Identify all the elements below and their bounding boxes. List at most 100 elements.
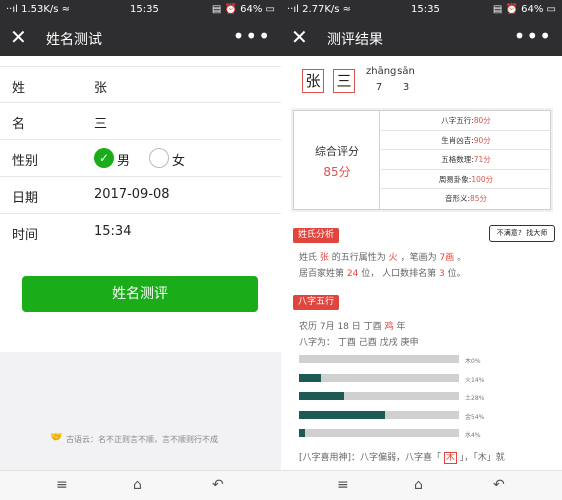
date-row[interactable]: 日期 2017-09-08 [0,177,281,214]
text-segment: 的五行属性为 [331,253,386,263]
bazi-line: 八字为： 丁酉 己酉 戊戌 庚申 [299,338,419,348]
close-icon[interactable]: ✕ [291,26,308,48]
element-bar-label: 金54% [465,413,485,421]
score-row: 音形义:85分 [381,189,551,209]
score-row: 生肖凶吉:90分 [381,131,551,151]
score-value: 85分 [469,194,488,204]
text-segment: 。 [457,253,467,263]
overall-score-value: 85分 [323,165,351,179]
score-row: 五格数理:71分 [381,150,551,170]
name-test-screen: ··ıl 1.53K/s ≈ 15:35 ▤ ⏰ 64% ▭ ✕ 姓名测试 ••… [0,0,281,500]
page-title: 姓名测试 [46,32,102,48]
bazi-tag: 八字五行 [293,295,340,310]
score-label: 八字五行: [441,116,474,125]
stroke-count: 3 [402,82,410,93]
title-bar: ✕ 姓名测试 ••• [0,20,281,56]
element-bar-fill [299,373,322,382]
element-bar-label: 火14% [465,376,485,384]
score-row: 周易卦象:100分 [381,170,551,190]
text-segment: 农历 7月 18 日 丁酉 [299,322,382,332]
given-name-row[interactable]: 名 三 [0,103,281,140]
title-bar: ✕ 测评结果 ••• [281,20,562,56]
surname-highlight: 张 [319,253,329,263]
surname-label: 姓 [12,81,26,96]
handshake-icon: 🤝 [50,432,63,443]
surname-analysis-line2: 居百家姓第 24 位， 人口数排名第 3 位。 [299,266,466,279]
element-bar-track [299,429,459,437]
close-icon[interactable]: ✕ [10,26,27,48]
name-char-box: 三 [333,69,355,93]
date-picker[interactable]: 2017-09-08 [94,187,170,202]
back-icon[interactable]: ↶ [493,477,505,493]
back-icon[interactable]: ↶ [212,477,224,493]
element-bar-track [299,392,459,400]
element-highlight: 火 [388,253,398,263]
score-label: 五格数理: [441,155,474,165]
element-bar-label: 水4% [465,432,481,439]
element-bar-fill [299,392,344,400]
result-screen: ··ıl 2.77K/s ≈ 15:35 ▤ ⏰ 64% ▭ ✕ 测评结果 ••… [281,0,562,500]
score-label: 周易卦象: [438,174,472,184]
more-icon[interactable]: ••• [233,24,271,48]
submit-button[interactable]: 姓名测评 [22,276,258,312]
more-icon[interactable]: ••• [514,24,552,48]
text-segment: 年 [396,322,406,332]
status-bar: ··ıl 2.77K/s ≈ 15:35 ▤ ⏰ 64% ▭ [281,0,562,20]
time-row[interactable]: 时间 15:34 [0,214,281,251]
female-radio-icon[interactable] [149,148,169,168]
surname-row[interactable]: 姓 张 [0,66,281,103]
stroke-count: 7 [375,82,383,93]
score-value: 80分 [473,116,491,125]
overall-score-label: 综合评分 [315,145,359,158]
status-time: 15:35 [130,4,159,15]
element-bar-fill [299,429,306,437]
time-picker[interactable]: 15:34 [94,224,131,239]
wood-highlight: 木 [443,452,457,464]
element-bar-track [299,373,459,382]
menu-icon[interactable]: ≡ [56,477,68,493]
status-time: 15:35 [411,4,440,15]
text-segment: 姓氏 [299,253,318,263]
strokes-highlight: 7画 [439,253,455,263]
score-row: 八字五行:80分 [381,111,551,131]
text-segment: 居百家姓第 [299,269,345,279]
battery-status: ▤ ⏰ 64% ▭ [211,4,275,15]
network-status: ··ıl 2.77K/s ≈ [287,4,352,15]
score-table: 综合评分 85分 八字五行:80分 生肖凶吉:90分 五格数理:71分 周易卦象… [293,110,551,210]
element-bar-track [299,355,459,363]
status-bar: ··ıl 1.53K/s ≈ 15:35 ▤ ⏰ 64% ▭ [0,0,281,20]
score-label: 音形义: [444,194,470,204]
male-radio-checked-icon[interactable]: ✓ [94,148,114,168]
element-bar-label: 木0% [465,358,481,365]
rank-highlight: 24 [346,269,359,279]
score-value: 90分 [473,135,491,145]
zodiac-highlight: 鸡 [384,322,394,332]
name-display: 张 三 zhāng sān 7 3 [281,56,562,106]
page-title: 测评结果 [327,32,383,48]
surname-analysis-tag: 姓氏分析 [293,228,340,243]
bazi-analysis-line: [八字喜用神]：八字偏弱，八字喜「 木 」，「木」就 [299,450,505,464]
home-icon[interactable]: ⌂ [414,477,423,493]
system-nav-bar: ≡ ⌂ ↶ [281,470,562,500]
given-name-label: 名 [12,117,26,132]
menu-icon[interactable]: ≡ [337,477,349,493]
text-segment: 」，「木」就 [459,453,505,463]
female-option-label[interactable]: 女 [172,150,185,169]
surname-input[interactable]: 张 [94,77,107,96]
home-icon[interactable]: ⌂ [133,477,142,493]
score-value: 100分 [471,174,494,184]
text-segment: [八字喜用神]：八字偏弱，八字喜「 [299,453,442,463]
find-master-button[interactable]: 不满意? 找大师 [489,225,555,242]
network-status: ··ıl 1.53K/s ≈ [6,4,71,15]
date-label: 日期 [12,191,39,206]
battery-status: ▤ ⏰ 64% ▭ [492,4,556,15]
text-segment: ，笔画为 [400,253,437,263]
system-nav-bar: ≡ ⌂ ↶ [0,470,281,500]
text-segment: 位， 人口数排名第 [361,269,437,279]
element-bar-track [299,410,459,419]
footer-area [0,352,281,470]
lunar-date-line: 农历 7月 18 日 丁酉 鸡 年 [299,319,405,332]
name-char-box: 张 [302,69,324,93]
given-name-input[interactable]: 三 [94,113,107,132]
male-option-label[interactable]: 男 [117,150,130,169]
